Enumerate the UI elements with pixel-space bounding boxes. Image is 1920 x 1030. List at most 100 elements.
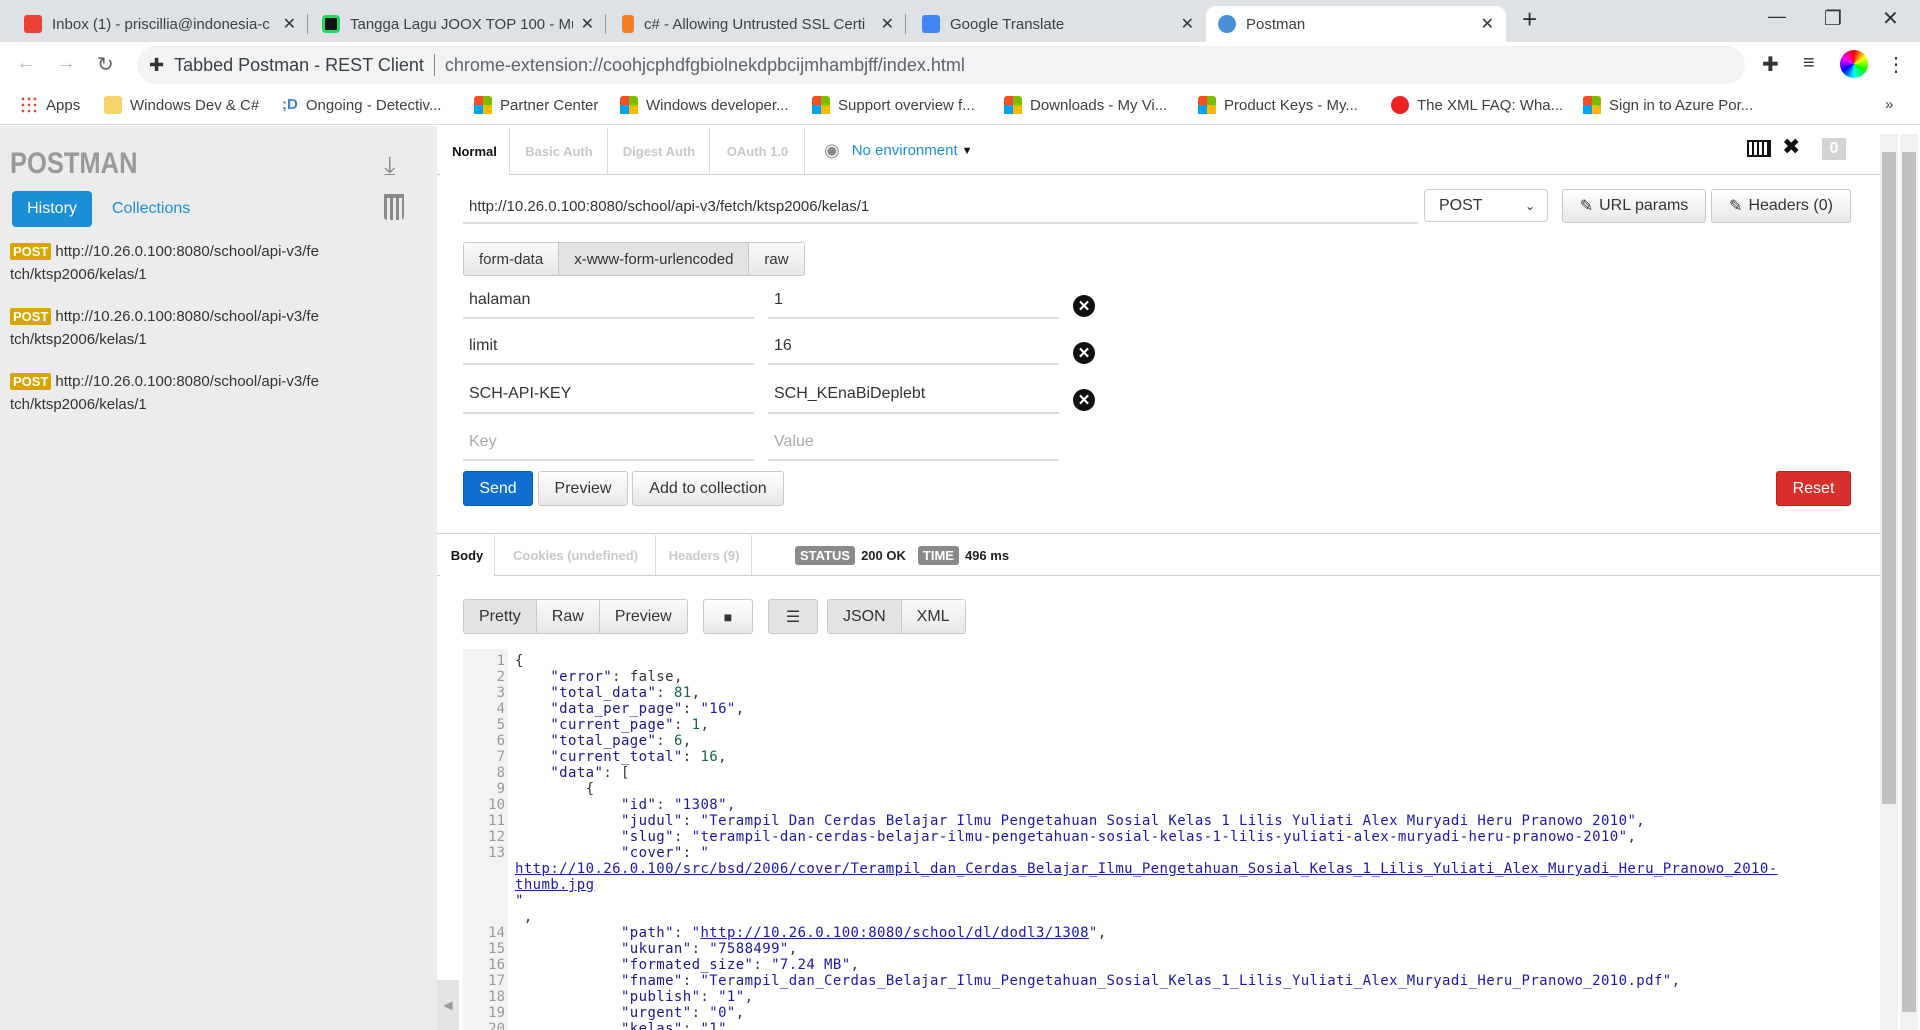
history-item[interactable]: POST http://10.26.0.100:8080/school/api-v… (10, 370, 360, 416)
body-type-urlencoded[interactable]: x-www-form-urlencoded (559, 243, 750, 275)
code-token: false (629, 669, 674, 685)
preview-button[interactable]: Preview (538, 471, 628, 506)
tab-basic-auth[interactable]: Basic Auth (511, 128, 608, 174)
reset-button[interactable]: Reset (1776, 471, 1851, 506)
url-input[interactable]: http://10.26.0.100:8080/school/api-v3/fe… (463, 190, 1418, 224)
fullscreen-icon[interactable]: ■ (703, 599, 753, 634)
collapse-sidebar-button[interactable]: ◀ (437, 980, 459, 1030)
trash-icon[interactable] (384, 194, 404, 220)
view-pretty[interactable]: Pretty (464, 600, 537, 633)
bookmark-windows-developer[interactable]: Windows developer... (620, 96, 789, 114)
code-text: "data_per_page": "16", (515, 701, 745, 717)
param-key-input[interactable]: SCH-API-KEY (463, 376, 754, 414)
new-tab-button[interactable]: + (1522, 4, 1537, 35)
bookmark-product-keys[interactable]: Product Keys - My... (1198, 96, 1358, 114)
remove-param-icon[interactable]: ✕ (1073, 389, 1095, 411)
notification-count[interactable]: 0 (1822, 138, 1846, 160)
media-control-icon[interactable]: ≡ (1803, 52, 1815, 75)
environment-selector[interactable]: ◉ No environment ▼ (824, 140, 973, 161)
add-to-collection-button[interactable]: Add to collection (632, 471, 784, 506)
scrollbar[interactable] (1900, 134, 1918, 1030)
code-token: : (673, 925, 692, 941)
bookmark-label: The XML FAQ: Wha... (1417, 96, 1564, 114)
extensions-icon[interactable]: ✚ (1762, 52, 1779, 77)
tab-normal[interactable]: Normal (440, 128, 510, 175)
profile-avatar[interactable] (1840, 50, 1868, 78)
history-item[interactable]: POST http://10.26.0.100:8080/school/api-v… (10, 240, 360, 286)
param-key-input[interactable]: halaman (463, 282, 754, 319)
format-json[interactable]: JSON (828, 600, 902, 633)
remove-param-icon[interactable]: ✕ (1073, 342, 1095, 364)
view-raw[interactable]: Raw (536, 600, 600, 633)
history-item[interactable]: POST http://10.26.0.100:8080/school/api-v… (10, 305, 360, 351)
param-key-input[interactable]: limit (463, 328, 754, 365)
settings-tools-icon[interactable]: ✖ (1782, 134, 1800, 160)
tab-digest-auth[interactable]: Digest Auth (609, 128, 710, 174)
browser-tab-joox[interactable]: Tangga Lagu JOOX TOP 100 - Mu ✕ (310, 6, 606, 42)
menu-icon[interactable]: ⋮ (1886, 52, 1906, 77)
bookmark-support-overview[interactable]: Support overview f... (812, 96, 975, 114)
close-tab-icon[interactable]: ✕ (1481, 14, 1494, 34)
browser-tab-google-translate[interactable]: Google Translate ✕ (910, 6, 1206, 42)
scrollbar-thumb[interactable] (1882, 152, 1896, 804)
bookmark-ongoing[interactable]: ;D Ongoing - Detectiv... (282, 96, 441, 114)
browser-tab-stackoverflow[interactable]: c# - Allowing Untrusted SSL Certi ✕ (610, 6, 906, 42)
close-tab-icon[interactable]: ✕ (881, 14, 894, 34)
body-type-raw[interactable]: raw (749, 243, 804, 275)
code-text: http://10.26.0.100/src/bsd/2006/cover/Te… (515, 861, 1778, 877)
close-tab-icon[interactable]: ✕ (1181, 14, 1194, 34)
new-key-input[interactable]: Key (463, 424, 754, 461)
headers-button[interactable]: ✎ Headers (0) (1711, 189, 1851, 223)
restore-button[interactable]: ❐ (1824, 6, 1842, 31)
new-value-input[interactable]: Value (768, 424, 1059, 461)
tab-history[interactable]: History (12, 191, 92, 227)
browser-tab-gmail[interactable]: Inbox (1) - priscillia@indonesia-c ✕ (12, 6, 308, 42)
url-params-button[interactable]: ✎ URL params (1562, 189, 1706, 223)
forward-button[interactable]: → (56, 52, 76, 75)
tab-oauth[interactable]: OAuth 1.0 (711, 128, 805, 174)
param-value-input[interactable]: 1 (768, 282, 1059, 319)
send-button[interactable]: Send (463, 471, 533, 506)
more-bookmarks-button[interactable]: » (1885, 96, 1893, 113)
tab-collections[interactable]: Collections (98, 191, 204, 227)
reload-button[interactable]: ↻ (97, 52, 114, 77)
code-link[interactable]: thumb.jpg (515, 877, 594, 893)
body-type-form-data[interactable]: form-data (464, 243, 560, 275)
bookmark-partner-center[interactable]: Partner Center (474, 96, 598, 114)
code-line: thumb.jpg (463, 877, 1878, 893)
minimize-button[interactable]: — (1768, 6, 1786, 27)
tab-body[interactable]: Body (440, 535, 495, 576)
bookmark-azure[interactable]: Sign in to Azure Por... (1583, 96, 1753, 114)
bookmark-label: Support overview f... (838, 96, 975, 114)
omnibox[interactable]: ✚ Tabbed Postman - REST Client chrome-ex… (137, 46, 1745, 84)
bookmark-xml-faq[interactable]: The XML FAQ: Wha... (1391, 96, 1563, 114)
bookmark-downloads[interactable]: Downloads - My Vi... (1004, 96, 1167, 114)
view-preview[interactable]: Preview (599, 600, 687, 633)
scrollbar[interactable] (1880, 134, 1898, 1030)
close-tab-icon[interactable]: ✕ (283, 14, 296, 34)
bookmark-windows-dev[interactable]: Windows Dev & C# (104, 96, 259, 114)
tab-cookies[interactable]: Cookies (undefined) (496, 535, 656, 575)
history-url: tch/ktsp2006/kelas/1 (10, 331, 147, 348)
code-link[interactable]: http://10.26.0.100:8080/school/dl/dodl3/… (700, 925, 1088, 941)
download-icon[interactable]: ⤓ (384, 150, 396, 182)
method-select[interactable]: POST ⌄ (1424, 189, 1548, 222)
close-tab-icon[interactable]: ✕ (581, 14, 594, 34)
scrollbar-thumb[interactable] (1902, 152, 1916, 1012)
param-value-input[interactable]: SCH_KEnaBiDeplebt (768, 376, 1059, 414)
wrap-lines-icon[interactable]: ☰ (768, 599, 818, 634)
close-window-button[interactable]: ✕ (1882, 6, 1899, 31)
code-link[interactable]: http://10.26.0.100/src/bsd/2006/cover/Te… (515, 861, 1778, 877)
bookmark-apps[interactable]: Apps (20, 96, 80, 114)
code-text: "kelas": "1", (515, 1021, 736, 1030)
remove-param-icon[interactable]: ✕ (1073, 295, 1095, 317)
browser-tab-postman[interactable]: Postman ✕ (1206, 6, 1506, 42)
back-button[interactable]: ← (16, 52, 36, 75)
tab-response-headers[interactable]: Headers (9) (657, 535, 752, 575)
param-value-input[interactable]: 16 (768, 328, 1059, 365)
code-token: , (682, 733, 692, 749)
keyboard-icon[interactable] (1747, 140, 1771, 157)
code-line: 7 "current_total": 16, (463, 749, 1878, 765)
format-xml[interactable]: XML (901, 600, 965, 633)
